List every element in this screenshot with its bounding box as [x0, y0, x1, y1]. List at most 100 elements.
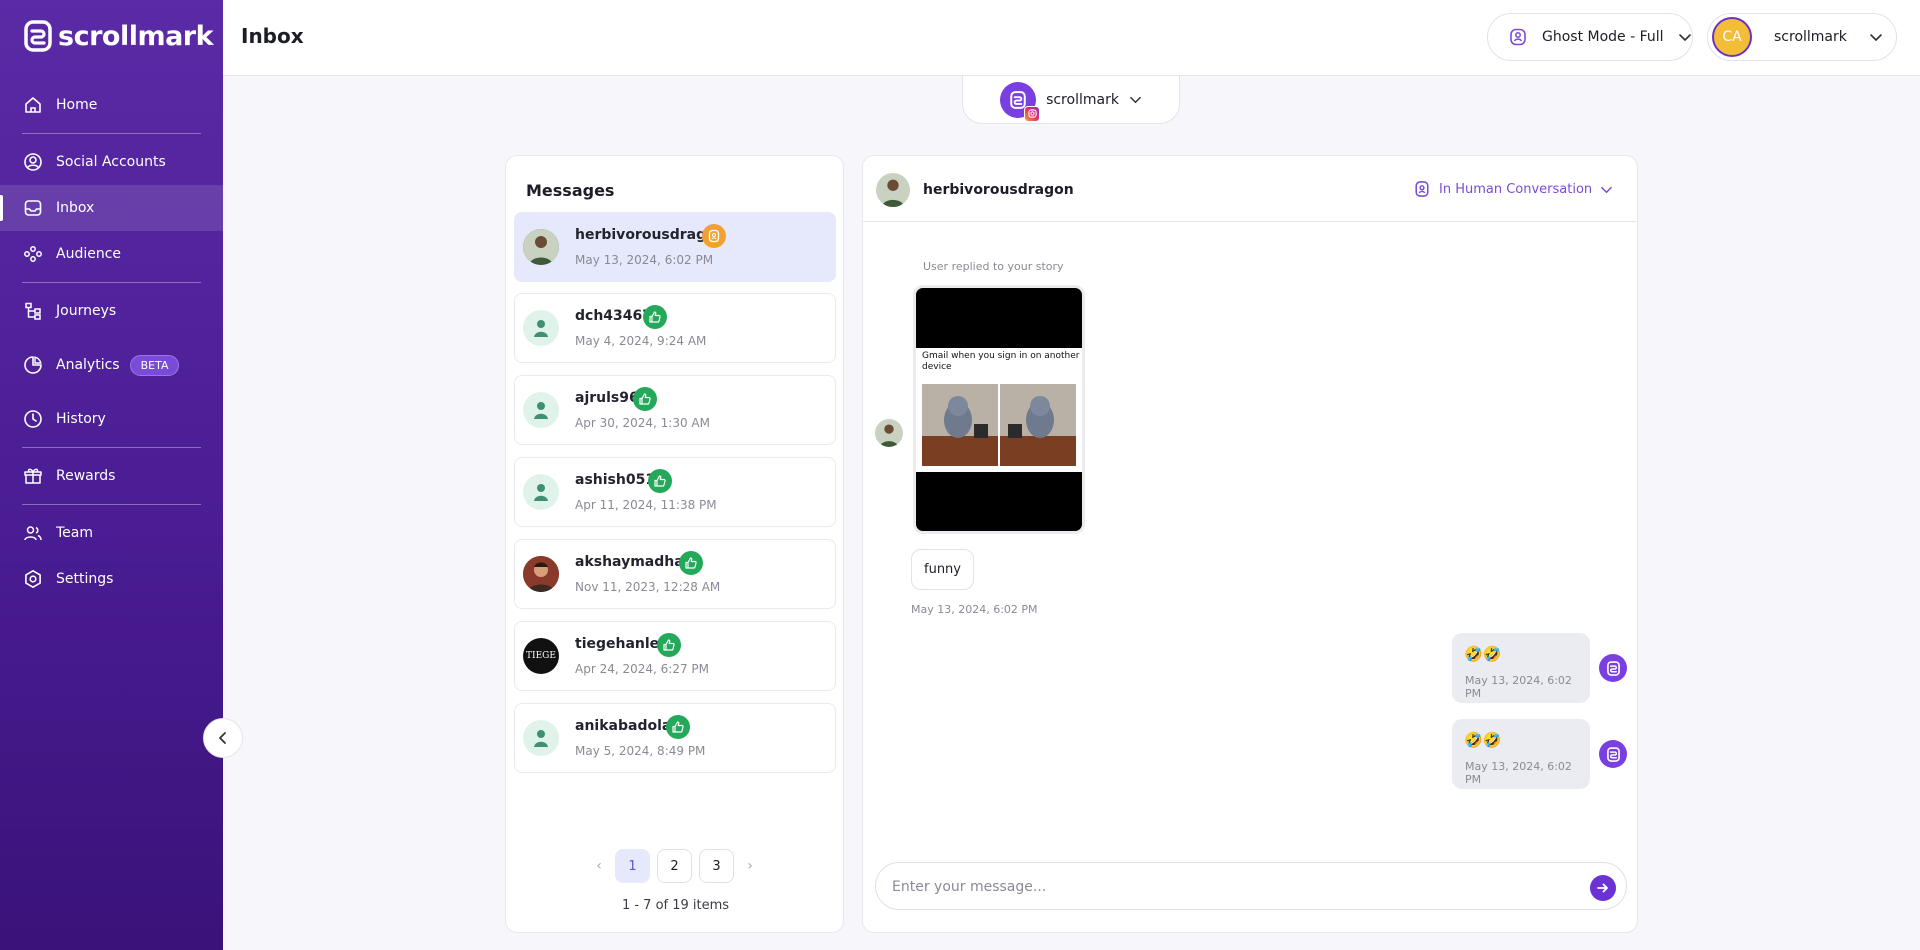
conversation-date: Apr 30, 2024, 1:30 AM [575, 416, 710, 430]
chevron-right-icon[interactable]: › [741, 849, 759, 883]
message-composer [875, 862, 1627, 910]
page-button-2[interactable]: 2 [657, 849, 692, 883]
account-menu[interactable]: CA scrollmark [1707, 13, 1897, 61]
story-meme: Gmail when you sign in on another device [916, 348, 1082, 472]
conversation-item[interactable]: akshaymadhani Nov 11, 2023, 12:28 AM [514, 539, 836, 609]
nav-divider [22, 504, 201, 505]
brand-logo[interactable]: scrollmark [24, 20, 214, 52]
sidebar-item-social-accounts[interactable]: Social Accounts [0, 139, 223, 185]
avatar: CA [1712, 17, 1752, 57]
sidebar-item-home[interactable]: Home [0, 82, 223, 128]
top-header: Inbox Ghost Mode - Full CA scrollmark [223, 0, 1920, 76]
avatar [523, 556, 559, 592]
conversation-date: Nov 11, 2023, 12:28 AM [575, 580, 721, 594]
message-timestamp: May 13, 2024, 6:02 PM [911, 603, 1038, 616]
avatar [523, 229, 559, 265]
conversation-date: May 13, 2024, 6:02 PM [575, 253, 714, 267]
chevron-down-icon [1601, 186, 1613, 193]
thumbs-up-icon [666, 715, 690, 739]
sidebar-item-journeys[interactable]: Journeys [0, 288, 223, 334]
avatar [523, 474, 559, 510]
pie-chart-icon [22, 354, 44, 376]
story-reply-label: User replied to your story [923, 260, 1064, 273]
settings-icon [22, 568, 44, 590]
sidebar-item-settings[interactable]: Settings [0, 556, 223, 602]
social-account-selector[interactable]: scrollmark [962, 76, 1180, 124]
outgoing-message: 🤣🤣 May 13, 2024, 6:02 PM [1452, 633, 1590, 703]
sidebar-item-label: Team [56, 525, 94, 541]
human-conversation-icon [702, 224, 726, 248]
ghost-mode-dropdown[interactable]: Ghost Mode - Full [1487, 13, 1693, 61]
conversation-status-dropdown[interactable]: In Human Conversation [1413, 180, 1613, 198]
conversation-header: herbivorousdragon In Human Conversation [863, 156, 1637, 222]
team-icon [22, 522, 44, 544]
sidebar-item-label: Inbox [56, 200, 95, 216]
story-caption: Gmail when you sign in on another device [922, 351, 1080, 372]
gift-icon [22, 465, 44, 487]
pagination-summary: 1 - 7 of 19 items [621, 898, 730, 913]
chevron-left-icon [219, 732, 226, 744]
sidebar-item-label: Analytics [56, 357, 120, 373]
message-text: 🤣🤣 [1464, 645, 1502, 663]
history-icon [22, 408, 44, 430]
user-circle-icon [22, 151, 44, 173]
message-text: 🤣🤣 [1464, 731, 1502, 749]
conversation-username: ajruls96 [575, 390, 639, 406]
conversation-date: Apr 11, 2024, 11:38 PM [575, 498, 717, 512]
ghost-mode-label: Ghost Mode - Full [1542, 29, 1664, 45]
sidebar-item-label: Settings [56, 571, 114, 587]
scrollmark-logo-icon [1606, 660, 1620, 676]
conversation-item[interactable]: ajruls96 Apr 30, 2024, 1:30 AM [514, 375, 836, 445]
page-button-3[interactable]: 3 [699, 849, 734, 883]
audience-icon [22, 243, 44, 265]
nav-divider [22, 282, 201, 283]
conversation-status-label: In Human Conversation [1439, 181, 1593, 197]
sidebar-item-history[interactable]: History [0, 396, 223, 442]
avatar [523, 392, 559, 428]
sidebar-item-label: Home [56, 97, 98, 113]
sidebar-nav: Home Social Accounts Inbox Audience Jour… [0, 82, 223, 602]
thumbs-up-icon [643, 305, 667, 329]
message-input[interactable] [892, 875, 1572, 899]
arrow-right-icon [1597, 883, 1608, 893]
send-button[interactable] [1590, 875, 1616, 901]
sidebar-item-audience[interactable]: Audience [0, 231, 223, 277]
page-button-1[interactable]: 1 [615, 849, 650, 883]
conversation-date: Apr 24, 2024, 6:27 PM [575, 662, 709, 676]
conversation-item[interactable]: dch43467 May 4, 2024, 9:24 AM [514, 293, 836, 363]
sidebar-item-inbox[interactable]: Inbox [0, 185, 223, 231]
account-name: scrollmark [1774, 29, 1847, 45]
sidebar-item-team[interactable]: Team [0, 510, 223, 556]
conversation-username: herbivorousdragon [923, 182, 1074, 198]
human-conversation-icon [1415, 181, 1429, 197]
sidebar-item-analytics[interactable]: Analytics BETA [0, 334, 223, 396]
avatar [523, 720, 559, 756]
sidebar: scrollmark Home Social Accounts Inbox Au… [0, 0, 223, 950]
sidebar-item-label: Rewards [56, 468, 116, 484]
instagram-icon [1024, 105, 1041, 122]
conversation-item[interactable]: herbivorousdragon May 13, 2024, 6:02 PM [514, 212, 836, 282]
brand-name: scrollmark [58, 20, 214, 52]
thumbs-up-icon [679, 551, 703, 575]
story-image[interactable]: Gmail when you sign in on another device [913, 285, 1085, 534]
conversation-item[interactable]: TIEGE tiegehanley Apr 24, 2024, 6:27 PM [514, 621, 836, 691]
collapse-sidebar-button[interactable] [203, 718, 243, 758]
beta-badge: BETA [129, 354, 180, 376]
avatar [1599, 740, 1627, 768]
thumbs-up-icon [633, 387, 657, 411]
conversation-item[interactable]: ashish0515 Apr 11, 2024, 11:38 PM [514, 457, 836, 527]
conversation-date: May 5, 2024, 8:49 PM [575, 744, 706, 758]
incoming-message: funny [911, 549, 974, 590]
cartoon-panel-right [1000, 384, 1076, 466]
conversation-username: anikabadola_ [575, 718, 679, 734]
messages-title: Messages [526, 181, 615, 200]
conversation-username: tiegehanley [575, 636, 669, 652]
scrollmark-logo-icon [1606, 746, 1620, 762]
message-timestamp: May 13, 2024, 6:02 PM [1465, 760, 1572, 786]
chevron-down-icon [1870, 34, 1882, 41]
conversation-date: May 4, 2024, 9:24 AM [575, 334, 707, 348]
conversation-item[interactable]: anikabadola_ May 5, 2024, 8:49 PM [514, 703, 836, 773]
sidebar-item-label: History [56, 411, 106, 427]
sidebar-item-rewards[interactable]: Rewards [0, 453, 223, 499]
chevron-left-icon[interactable]: ‹ [590, 849, 608, 883]
